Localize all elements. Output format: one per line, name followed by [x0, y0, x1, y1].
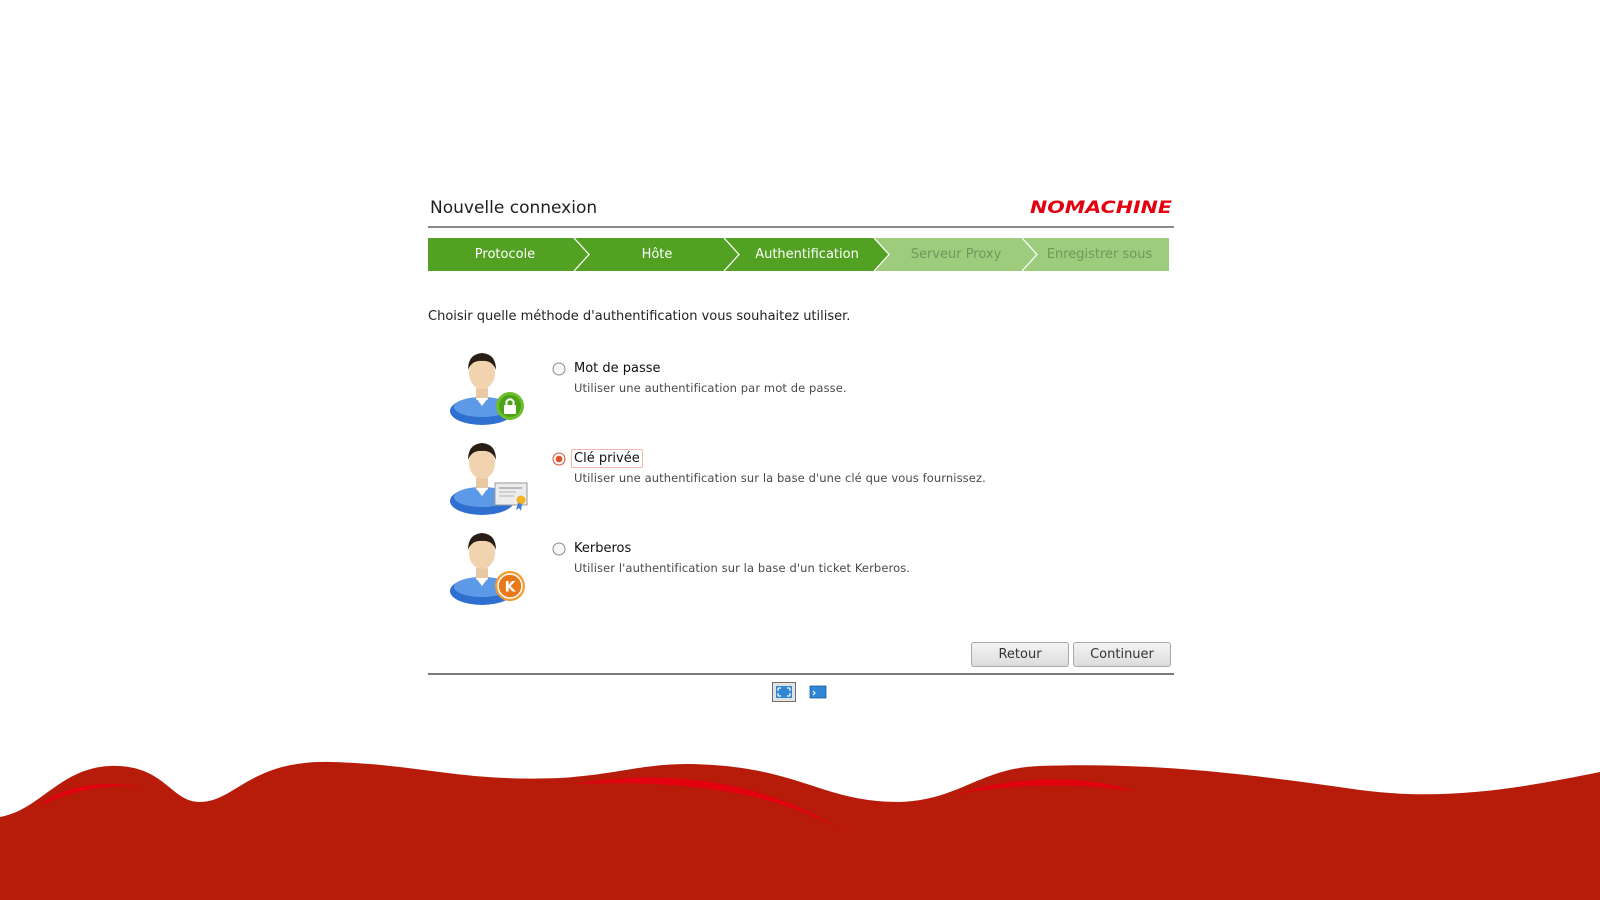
option-description: Utiliser une authentification par mot de… [574, 381, 847, 395]
radio-private-key[interactable] [552, 452, 566, 466]
option-description: Utiliser une authentification sur la bas… [574, 471, 986, 485]
option-description: Utiliser l'authentification sur la base … [574, 561, 911, 575]
svg-text:K: K [505, 580, 517, 596]
footer-divider [428, 673, 1174, 675]
radio-password[interactable] [552, 362, 566, 376]
radio-kerberos[interactable] [552, 542, 566, 556]
step-protocole: Protocole [474, 247, 536, 262]
option-label[interactable]: Mot de passe [572, 360, 663, 377]
svg-text:NOMACHINE: NOMACHINE [1030, 198, 1172, 216]
back-button[interactable]: Retour [971, 642, 1069, 667]
user-kerberos-icon: K [450, 533, 525, 605]
grid-view-icon[interactable] [772, 682, 796, 702]
step-serveur-proxy: Serveur Proxy [910, 247, 1002, 262]
option-label[interactable]: Clé privée [571, 449, 643, 468]
new-connection-panel: Nouvelle connexion NOMACHINE Protocole H… [428, 180, 1174, 702]
auth-option-kerberos[interactable]: K Kerberos Utiliser l'authentification s… [428, 528, 1174, 608]
auth-option-private-key[interactable]: Clé privée Utiliser une authentification… [428, 438, 1174, 518]
option-label[interactable]: Kerberos [572, 540, 633, 557]
list-view-icon[interactable] [806, 682, 830, 702]
instruction-text: Choisir quelle méthode d'authentificatio… [428, 309, 851, 324]
step-hote: Hôte [641, 247, 673, 262]
decorative-wave [0, 761, 1600, 900]
step-enregistrer-sous: Enregistrer sous [1046, 247, 1153, 262]
wizard-steps: Protocole Hôte Authentification Serveur … [428, 238, 1169, 271]
continue-button[interactable]: Continuer [1073, 642, 1171, 667]
nomachine-logo: NOMACHINE [1030, 198, 1174, 220]
header: Nouvelle connexion NOMACHINE [428, 180, 1174, 228]
user-lock-icon [450, 353, 524, 425]
auth-option-password[interactable]: Mot de passe Utiliser une authentificati… [428, 348, 1174, 428]
step-authentification: Authentification [755, 247, 859, 262]
user-certificate-icon [450, 443, 528, 515]
page-title: Nouvelle connexion [430, 198, 598, 218]
